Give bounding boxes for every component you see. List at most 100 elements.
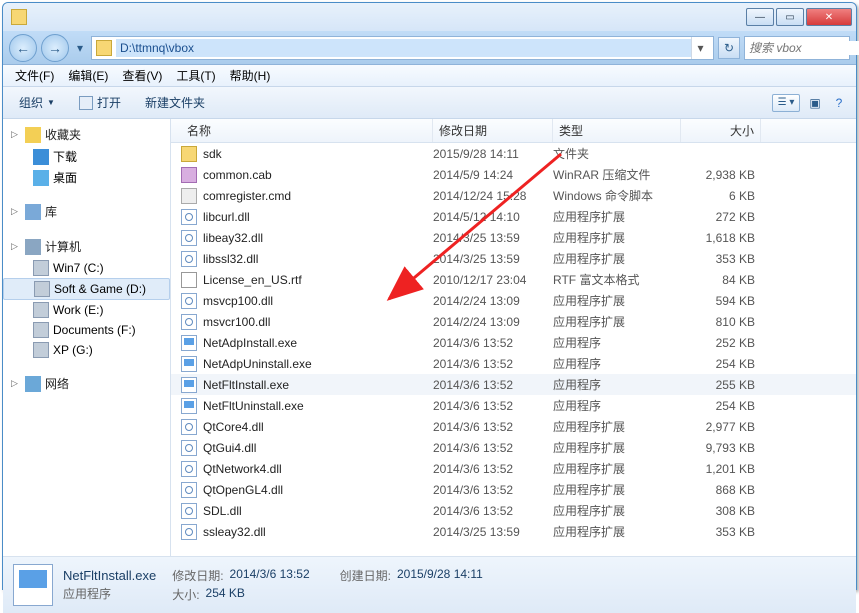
nav-network[interactable]: ▷网络 bbox=[3, 372, 170, 395]
file-name: QtOpenGL4.dll bbox=[203, 483, 433, 497]
file-row[interactable]: NetAdpInstall.exe2014/3/6 13:52应用程序252 K… bbox=[171, 332, 856, 353]
dll-icon bbox=[181, 251, 197, 267]
file-type: 应用程序扩展 bbox=[553, 418, 681, 435]
dll-icon bbox=[181, 482, 197, 498]
address-dropdown[interactable]: ▾ bbox=[691, 37, 709, 59]
file-row[interactable]: NetFltInstall.exe2014/3/6 13:52应用程序255 K… bbox=[171, 374, 856, 395]
file-type: RTF 富文本格式 bbox=[553, 271, 681, 288]
file-name: libcurl.dll bbox=[203, 210, 433, 224]
nav-drive-f[interactable]: Documents (F:) bbox=[3, 320, 170, 340]
file-row[interactable]: libcurl.dll2014/5/12 14:10应用程序扩展272 KB bbox=[171, 206, 856, 227]
file-name: NetAdpInstall.exe bbox=[203, 336, 433, 350]
file-row[interactable]: License_en_US.rtf2010/12/17 23:04RTF 富文本… bbox=[171, 269, 856, 290]
cab-icon bbox=[181, 167, 197, 183]
nav-libraries[interactable]: ▷库 bbox=[3, 200, 170, 223]
col-name[interactable]: 名称 bbox=[181, 119, 433, 142]
help-button[interactable]: ? bbox=[830, 94, 848, 112]
search-box[interactable]: 🔍 bbox=[744, 36, 850, 60]
file-date: 2014/3/6 13:52 bbox=[433, 378, 553, 392]
file-size: 2,977 KB bbox=[681, 420, 755, 434]
file-type: 应用程序扩展 bbox=[553, 229, 681, 246]
details-created-label: 创建日期: bbox=[340, 567, 391, 584]
download-icon bbox=[33, 149, 49, 165]
nav-drive-c[interactable]: Win7 (C:) bbox=[3, 258, 170, 278]
menu-edit[interactable]: 编辑(E) bbox=[62, 65, 114, 86]
back-button[interactable]: ← bbox=[9, 34, 37, 62]
file-size: 353 KB bbox=[681, 525, 755, 539]
menu-tools[interactable]: 工具(T) bbox=[170, 65, 221, 86]
file-size: 254 KB bbox=[681, 399, 755, 413]
nav-drive-d[interactable]: Soft & Game (D:) bbox=[3, 278, 170, 300]
file-name: msvcp100.dll bbox=[203, 294, 433, 308]
nav-drive-g[interactable]: XP (G:) bbox=[3, 340, 170, 360]
dll-icon bbox=[181, 314, 197, 330]
nav-downloads[interactable]: 下载 bbox=[3, 146, 170, 167]
computer-icon bbox=[25, 239, 41, 255]
address-bar[interactable]: ▾ bbox=[91, 36, 714, 60]
file-list[interactable]: sdk2015/9/28 14:11文件夹common.cab2014/5/9 … bbox=[171, 143, 856, 556]
file-row[interactable]: QtGui4.dll2014/3/6 13:52应用程序扩展9,793 KB bbox=[171, 437, 856, 458]
file-type: 应用程序扩展 bbox=[553, 439, 681, 456]
preview-pane-button[interactable]: ▣ bbox=[806, 94, 824, 112]
dll-icon bbox=[181, 524, 197, 540]
menu-view[interactable]: 查看(V) bbox=[116, 65, 168, 86]
file-row[interactable]: libeay32.dll2014/3/25 13:59应用程序扩展1,618 K… bbox=[171, 227, 856, 248]
drive-icon bbox=[33, 322, 49, 338]
file-row[interactable]: msvcr100.dll2014/2/24 13:09应用程序扩展810 KB bbox=[171, 311, 856, 332]
nav-favorites[interactable]: ▷收藏夹 bbox=[3, 123, 170, 146]
drive-icon bbox=[33, 342, 49, 358]
new-folder-button[interactable]: 新建文件夹 bbox=[137, 91, 213, 114]
file-date: 2014/3/6 13:52 bbox=[433, 420, 553, 434]
menu-file[interactable]: 文件(F) bbox=[9, 65, 60, 86]
file-row[interactable]: QtNetwork4.dll2014/3/6 13:52应用程序扩展1,201 … bbox=[171, 458, 856, 479]
drive-icon bbox=[33, 260, 49, 276]
details-pane: NetFltInstall.exe 应用程序 修改日期: 2014/3/6 13… bbox=[3, 557, 856, 613]
file-date: 2014/3/6 13:52 bbox=[433, 441, 553, 455]
file-date: 2014/3/6 13:52 bbox=[433, 462, 553, 476]
nav-computer[interactable]: ▷计算机 bbox=[3, 235, 170, 258]
minimize-button[interactable] bbox=[746, 8, 774, 26]
file-name: License_en_US.rtf bbox=[203, 273, 433, 287]
file-row[interactable]: NetFltUninstall.exe2014/3/6 13:52应用程序254… bbox=[171, 395, 856, 416]
history-dropdown[interactable]: ▾ bbox=[73, 39, 87, 57]
file-type: 文件夹 bbox=[553, 145, 681, 162]
file-row[interactable]: comregister.cmd2014/12/24 15:28Windows 命… bbox=[171, 185, 856, 206]
search-input[interactable] bbox=[749, 41, 859, 55]
file-row[interactable]: sdk2015/9/28 14:11文件夹 bbox=[171, 143, 856, 164]
open-button[interactable]: 打开 bbox=[71, 91, 129, 114]
refresh-button[interactable]: ↻ bbox=[718, 37, 740, 59]
file-date: 2014/3/25 13:59 bbox=[433, 231, 553, 245]
file-date: 2014/3/6 13:52 bbox=[433, 399, 553, 413]
navigation-pane[interactable]: ▷收藏夹 下载 桌面 ▷库 ▷计算机 Win7 (C:) Soft & Game… bbox=[3, 119, 171, 556]
file-type: 应用程序 bbox=[553, 355, 681, 372]
file-size: 308 KB bbox=[681, 504, 755, 518]
nav-desktop[interactable]: 桌面 bbox=[3, 167, 170, 188]
address-input[interactable] bbox=[116, 39, 691, 57]
view-options-button[interactable]: ☰ ▾ bbox=[772, 94, 800, 112]
col-size[interactable]: 大小 bbox=[681, 119, 761, 142]
col-date[interactable]: 修改日期 bbox=[433, 119, 553, 142]
close-button[interactable] bbox=[806, 8, 852, 26]
menu-help[interactable]: 帮助(H) bbox=[224, 65, 277, 86]
file-date: 2014/3/6 13:52 bbox=[433, 336, 553, 350]
nav-drive-e[interactable]: Work (E:) bbox=[3, 300, 170, 320]
file-row[interactable]: SDL.dll2014/3/6 13:52应用程序扩展308 KB bbox=[171, 500, 856, 521]
forward-button[interactable]: → bbox=[41, 34, 69, 62]
file-row[interactable]: msvcp100.dll2014/2/24 13:09应用程序扩展594 KB bbox=[171, 290, 856, 311]
dll-icon bbox=[181, 461, 197, 477]
file-row[interactable]: libssl32.dll2014/3/25 13:59应用程序扩展353 KB bbox=[171, 248, 856, 269]
titlebar[interactable] bbox=[3, 3, 856, 31]
file-size: 84 KB bbox=[681, 273, 755, 287]
file-row[interactable]: NetAdpUninstall.exe2014/3/6 13:52应用程序254… bbox=[171, 353, 856, 374]
organize-button[interactable]: 组织▼ bbox=[11, 91, 63, 114]
file-type: WinRAR 压缩文件 bbox=[553, 166, 681, 183]
file-row[interactable]: ssleay32.dll2014/3/25 13:59应用程序扩展353 KB bbox=[171, 521, 856, 542]
file-date: 2014/2/24 13:09 bbox=[433, 294, 553, 308]
exe-icon bbox=[181, 377, 197, 393]
maximize-button[interactable] bbox=[776, 8, 804, 26]
file-row[interactable]: QtOpenGL4.dll2014/3/6 13:52应用程序扩展868 KB bbox=[171, 479, 856, 500]
file-row[interactable]: QtCore4.dll2014/3/6 13:52应用程序扩展2,977 KB bbox=[171, 416, 856, 437]
dll-icon bbox=[181, 503, 197, 519]
col-type[interactable]: 类型 bbox=[553, 119, 681, 142]
file-row[interactable]: common.cab2014/5/9 14:24WinRAR 压缩文件2,938… bbox=[171, 164, 856, 185]
